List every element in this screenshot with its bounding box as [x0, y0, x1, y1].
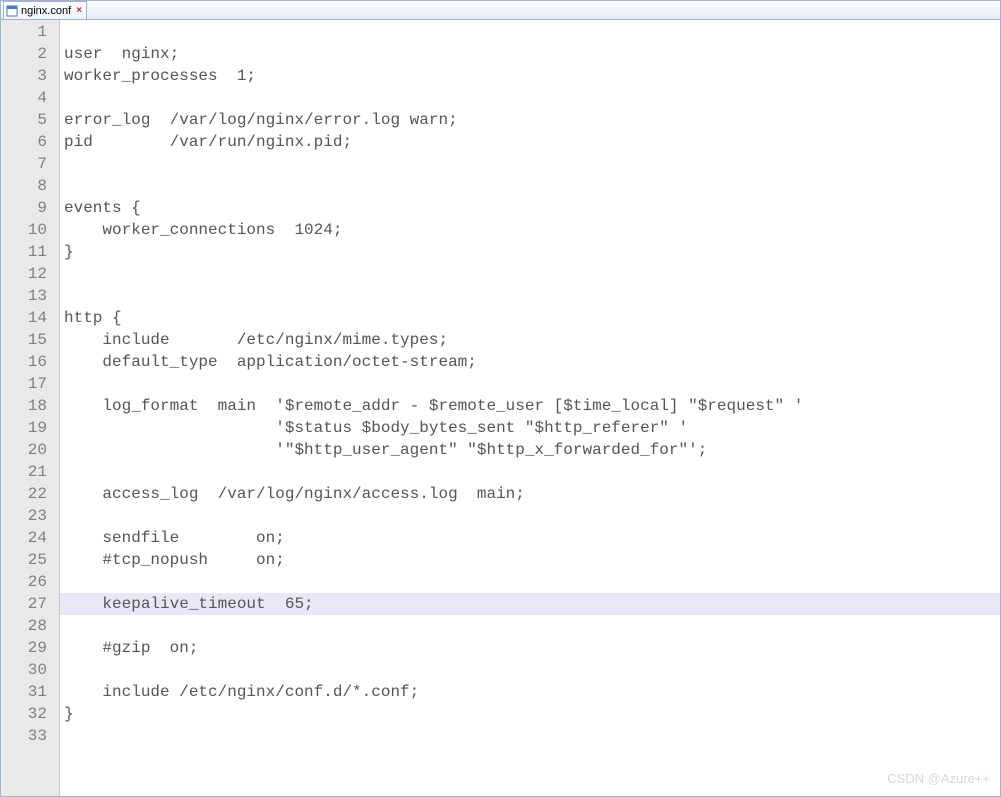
- close-icon[interactable]: ×: [74, 6, 84, 16]
- line-number: 11: [1, 241, 59, 263]
- tab-nginx-conf[interactable]: nginx.conf ×: [3, 1, 87, 19]
- code-line[interactable]: [60, 659, 1000, 681]
- code-line[interactable]: default_type application/octet-stream;: [60, 351, 1000, 373]
- code-line[interactable]: [60, 175, 1000, 197]
- line-number: 12: [1, 263, 59, 285]
- code-line[interactable]: '"$http_user_agent" "$http_x_forwarded_f…: [60, 439, 1000, 461]
- code-line[interactable]: [60, 725, 1000, 747]
- line-number: 27: [1, 593, 59, 615]
- line-number: 10: [1, 219, 59, 241]
- code-area[interactable]: user nginx;worker_processes 1; error_log …: [60, 20, 1000, 796]
- code-line[interactable]: worker_connections 1024;: [60, 219, 1000, 241]
- line-number: 26: [1, 571, 59, 593]
- code-line[interactable]: [60, 505, 1000, 527]
- line-number: 5: [1, 109, 59, 131]
- code-line[interactable]: #gzip on;: [60, 637, 1000, 659]
- line-number: 28: [1, 615, 59, 637]
- code-line[interactable]: [60, 461, 1000, 483]
- line-number: 16: [1, 351, 59, 373]
- watermark: CSDN @Azure++: [887, 768, 990, 790]
- line-number: 30: [1, 659, 59, 681]
- code-line[interactable]: sendfile on;: [60, 527, 1000, 549]
- code-line[interactable]: [60, 373, 1000, 395]
- line-number: 22: [1, 483, 59, 505]
- line-number: 20: [1, 439, 59, 461]
- line-number: 24: [1, 527, 59, 549]
- code-line[interactable]: }: [60, 703, 1000, 725]
- code-line[interactable]: [60, 615, 1000, 637]
- code-line[interactable]: user nginx;: [60, 43, 1000, 65]
- code-line[interactable]: http {: [60, 307, 1000, 329]
- code-line[interactable]: '$status $body_bytes_sent "$http_referer…: [60, 417, 1000, 439]
- line-number: 33: [1, 725, 59, 747]
- code-line[interactable]: #tcp_nopush on;: [60, 549, 1000, 571]
- line-number: 23: [1, 505, 59, 527]
- code-line[interactable]: access_log /var/log/nginx/access.log mai…: [60, 483, 1000, 505]
- line-number: 6: [1, 131, 59, 153]
- line-number: 13: [1, 285, 59, 307]
- tab-label: nginx.conf: [21, 5, 71, 17]
- code-line[interactable]: events {: [60, 197, 1000, 219]
- line-number: 32: [1, 703, 59, 725]
- editor-area: 1234567891011121314151617181920212223242…: [1, 20, 1000, 796]
- code-line[interactable]: [60, 571, 1000, 593]
- code-line[interactable]: [60, 263, 1000, 285]
- code-line[interactable]: log_format main '$remote_addr - $remote_…: [60, 395, 1000, 417]
- editor-window: nginx.conf × 123456789101112131415161718…: [0, 0, 1001, 797]
- line-number: 31: [1, 681, 59, 703]
- code-line[interactable]: [60, 87, 1000, 109]
- code-line[interactable]: [60, 285, 1000, 307]
- line-number: 4: [1, 87, 59, 109]
- code-line[interactable]: error_log /var/log/nginx/error.log warn;: [60, 109, 1000, 131]
- line-number: 17: [1, 373, 59, 395]
- line-number: 25: [1, 549, 59, 571]
- line-number: 9: [1, 197, 59, 219]
- line-number: 18: [1, 395, 59, 417]
- code-line[interactable]: include /etc/nginx/conf.d/*.conf;: [60, 681, 1000, 703]
- line-number-gutter: 1234567891011121314151617181920212223242…: [1, 20, 60, 796]
- code-line[interactable]: include /etc/nginx/mime.types;: [60, 329, 1000, 351]
- line-number: 7: [1, 153, 59, 175]
- line-number: 14: [1, 307, 59, 329]
- line-number: 1: [1, 21, 59, 43]
- line-number: 19: [1, 417, 59, 439]
- line-number: 3: [1, 65, 59, 87]
- tab-bar: nginx.conf ×: [1, 1, 1000, 20]
- code-line[interactable]: worker_processes 1;: [60, 65, 1000, 87]
- code-line[interactable]: [60, 21, 1000, 43]
- file-icon: [6, 5, 18, 17]
- code-line[interactable]: keepalive_timeout 65;: [60, 593, 1000, 615]
- line-number: 21: [1, 461, 59, 483]
- line-number: 8: [1, 175, 59, 197]
- code-line[interactable]: [60, 153, 1000, 175]
- code-line[interactable]: pid /var/run/nginx.pid;: [60, 131, 1000, 153]
- line-number: 15: [1, 329, 59, 351]
- code-line[interactable]: }: [60, 241, 1000, 263]
- line-number: 2: [1, 43, 59, 65]
- line-number: 29: [1, 637, 59, 659]
